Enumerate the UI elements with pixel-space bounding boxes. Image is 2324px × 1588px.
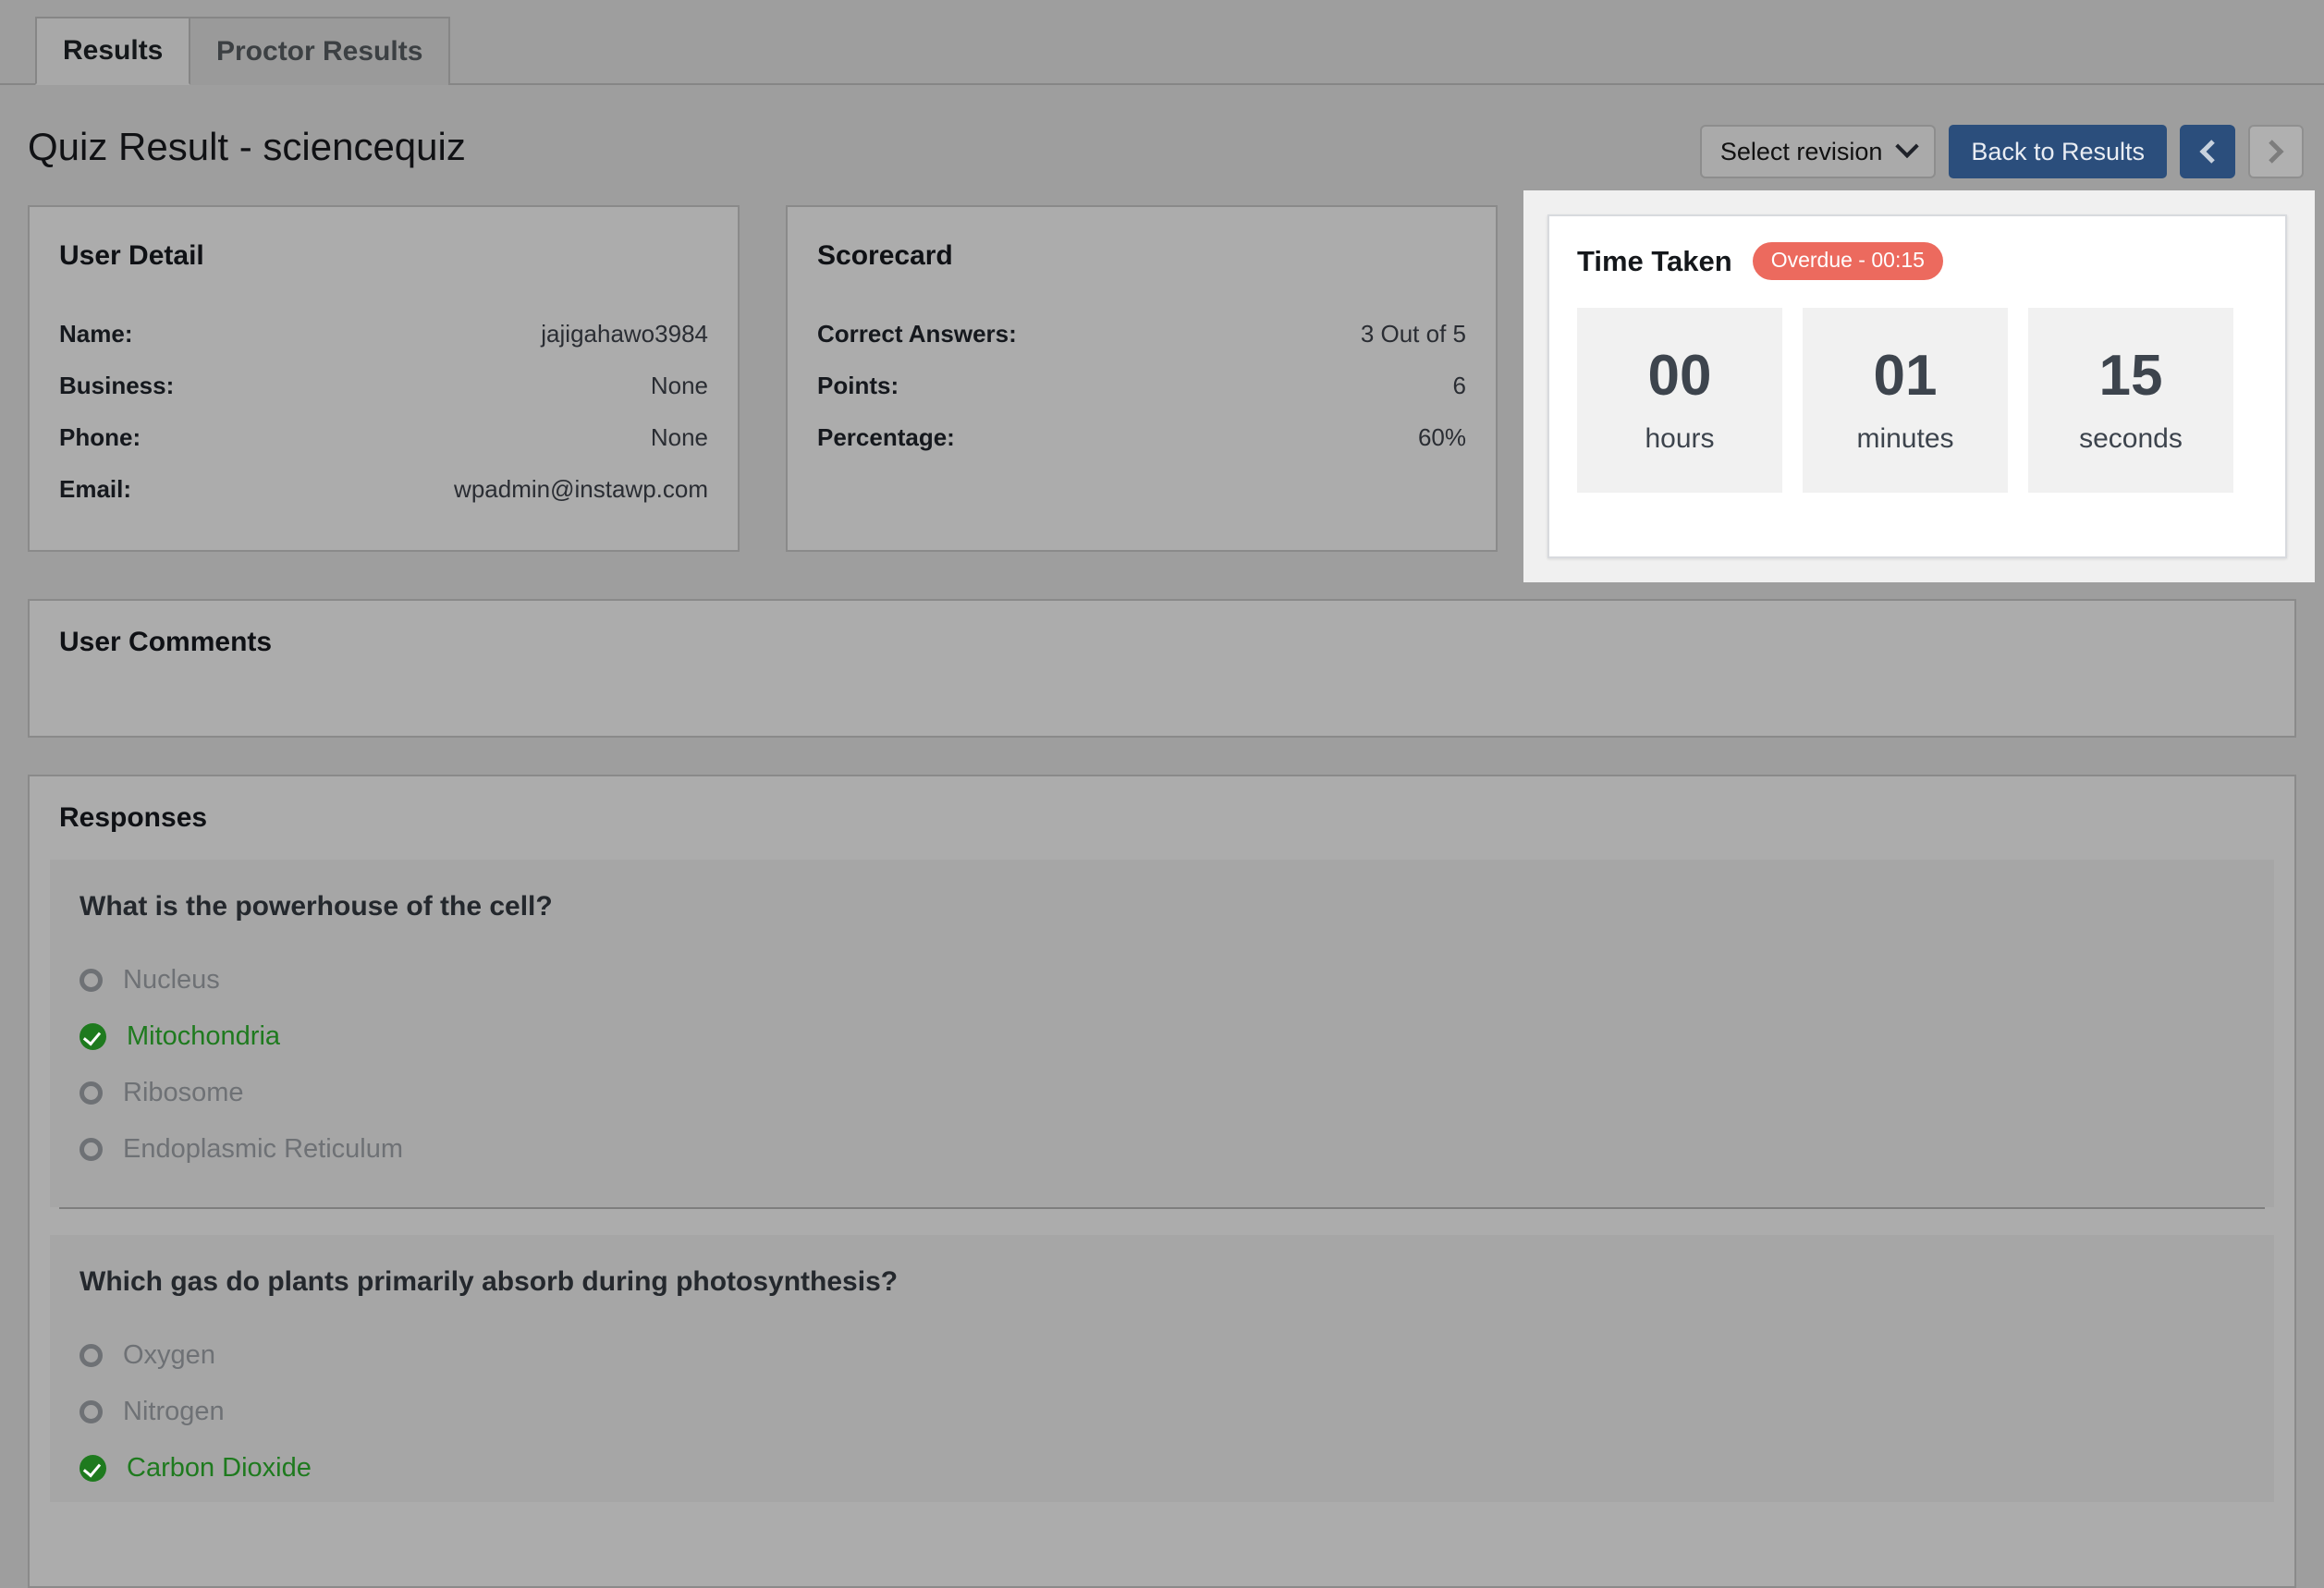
responses-card: Responses What is the powerhouse of the … <box>28 775 2296 1588</box>
tab-proctor-results-label: Proctor Results <box>216 36 423 67</box>
option-label: Ribosome <box>123 1078 244 1107</box>
scorecard-value: 6 <box>1452 372 1466 399</box>
option-label: Endoplasmic Reticulum <box>123 1134 404 1164</box>
user-detail-row: Email: wpadmin@instawp.com <box>59 475 708 504</box>
radio-unselected-icon <box>80 1081 103 1105</box>
user-detail-row: Name: jajigahawo3984 <box>59 320 708 348</box>
responses-title: Responses <box>59 802 208 833</box>
option-label: Nucleus <box>123 965 220 995</box>
user-detail-key: Name: <box>59 320 133 348</box>
scorecard-value: 3 Out of 5 <box>1360 320 1466 348</box>
seconds-label: seconds <box>2079 423 2183 454</box>
seconds-value: 15 <box>2098 344 2163 408</box>
hours-value: 00 <box>1647 344 1712 408</box>
option-item[interactable]: Endoplasmic Reticulum <box>80 1134 2244 1165</box>
user-comments-card: User Comments <box>28 599 2296 738</box>
scorecard-key: Correct Answers: <box>817 320 1017 348</box>
question-block: Which gas do plants primarily absorb dur… <box>50 1235 2274 1502</box>
header-actions: Select revision Back to Results <box>1699 125 2304 178</box>
option-label: Carbon Dioxide <box>127 1453 312 1483</box>
check-circle-icon <box>80 1455 106 1482</box>
option-item[interactable]: Oxygen <box>80 1340 2244 1371</box>
time-unit-hours: 00 hours <box>1577 308 1782 493</box>
next-result-button <box>2248 125 2304 178</box>
user-detail-row: Business: None <box>59 372 708 400</box>
radio-unselected-icon <box>80 1344 103 1367</box>
user-comments-title: User Comments <box>59 627 273 657</box>
chevron-left-icon <box>2199 140 2223 164</box>
user-detail-value: None <box>650 372 708 399</box>
question-text: Which gas do plants primarily absorb dur… <box>80 1266 899 1297</box>
user-detail-value: jajigahawo3984 <box>541 320 708 348</box>
option-item[interactable]: Mitochondria <box>80 1021 2244 1052</box>
back-to-results-label: Back to Results <box>1971 137 2145 165</box>
time-taken-title: Time Taken <box>1577 244 1732 277</box>
radio-unselected-icon <box>80 1400 103 1423</box>
user-detail-title: User Detail <box>59 240 204 271</box>
user-detail-row: Phone: None <box>59 423 708 452</box>
scorecard-row: Points: 6 <box>817 372 1466 400</box>
overdue-status-badge: Overdue - 00:15 <box>1752 242 1943 280</box>
option-list: Oxygen Nitrogen Carbon Dioxide <box>80 1340 2244 1484</box>
page-title: Quiz Result - sciencequiz <box>28 125 466 168</box>
radio-unselected-icon <box>80 1138 103 1161</box>
minutes-label: minutes <box>1856 423 1954 454</box>
option-item[interactable]: Carbon Dioxide <box>80 1453 2244 1484</box>
back-to-results-button[interactable]: Back to Results <box>1949 125 2167 178</box>
question-text: What is the powerhouse of the cell? <box>80 891 553 922</box>
check-circle-icon <box>80 1023 106 1050</box>
time-unit-minutes: 01 minutes <box>1803 308 2008 493</box>
select-revision-dropdown[interactable]: Select revision <box>1699 125 1937 178</box>
tab-proctor-results[interactable]: Proctor Results <box>189 17 451 85</box>
time-unit-seconds: 15 seconds <box>2028 308 2233 493</box>
select-revision-label: Select revision <box>1719 137 1883 165</box>
scorecard-key: Points: <box>817 372 899 399</box>
option-label: Oxygen <box>123 1340 215 1370</box>
minutes-value: 01 <box>1873 344 1938 408</box>
chevron-down-icon <box>1895 134 1920 159</box>
time-taken-card: Time Taken Overdue - 00:15 00 hours 01 m… <box>1547 214 2287 558</box>
option-list: Nucleus Mitochondria Ribosome Endoplasmi… <box>80 965 2244 1165</box>
user-detail-key: Business: <box>59 372 175 399</box>
question-divider <box>59 1207 2265 1209</box>
tab-results-label: Results <box>63 35 164 66</box>
user-detail-card: User Detail Name: jajigahawo3984 Busines… <box>28 205 740 552</box>
hours-label: hours <box>1645 423 1715 454</box>
scorecard-title: Scorecard <box>817 240 953 271</box>
option-label: Nitrogen <box>123 1397 225 1426</box>
option-item[interactable]: Ribosome <box>80 1078 2244 1108</box>
user-detail-value: None <box>650 423 708 451</box>
user-detail-list: Name: jajigahawo3984 Business: None Phon… <box>59 320 708 504</box>
radio-unselected-icon <box>80 969 103 992</box>
scorecard-card: Scorecard Correct Answers: 3 Out of 5 Po… <box>786 205 1498 552</box>
time-taken-header: Time Taken Overdue - 00:15 <box>1577 242 2257 280</box>
user-detail-key: Phone: <box>59 423 141 451</box>
user-detail-key: Email: <box>59 475 132 503</box>
previous-result-button[interactable] <box>2180 125 2235 178</box>
chevron-right-icon <box>2260 140 2284 164</box>
user-detail-value: wpadmin@instawp.com <box>454 475 708 503</box>
option-item[interactable]: Nucleus <box>80 965 2244 996</box>
scorecard-row: Correct Answers: 3 Out of 5 <box>817 320 1466 348</box>
tab-bar: Results Proctor Results <box>0 0 2324 85</box>
scorecard-row: Percentage: 60% <box>817 423 1466 452</box>
option-label: Mitochondria <box>127 1021 281 1051</box>
scorecard-key: Percentage: <box>817 423 955 451</box>
time-taken-spotlight: Time Taken Overdue - 00:15 00 hours 01 m… <box>1523 190 2315 582</box>
scorecard-value: 60% <box>1417 423 1466 451</box>
option-item[interactable]: Nitrogen <box>80 1397 2244 1427</box>
scorecard-list: Correct Answers: 3 Out of 5 Points: 6 Pe… <box>817 320 1466 452</box>
tab-results[interactable]: Results <box>35 17 191 85</box>
question-block: What is the powerhouse of the cell? Nucl… <box>50 860 2274 1207</box>
time-unit-list: 00 hours 01 minutes 15 seconds <box>1577 308 2257 493</box>
